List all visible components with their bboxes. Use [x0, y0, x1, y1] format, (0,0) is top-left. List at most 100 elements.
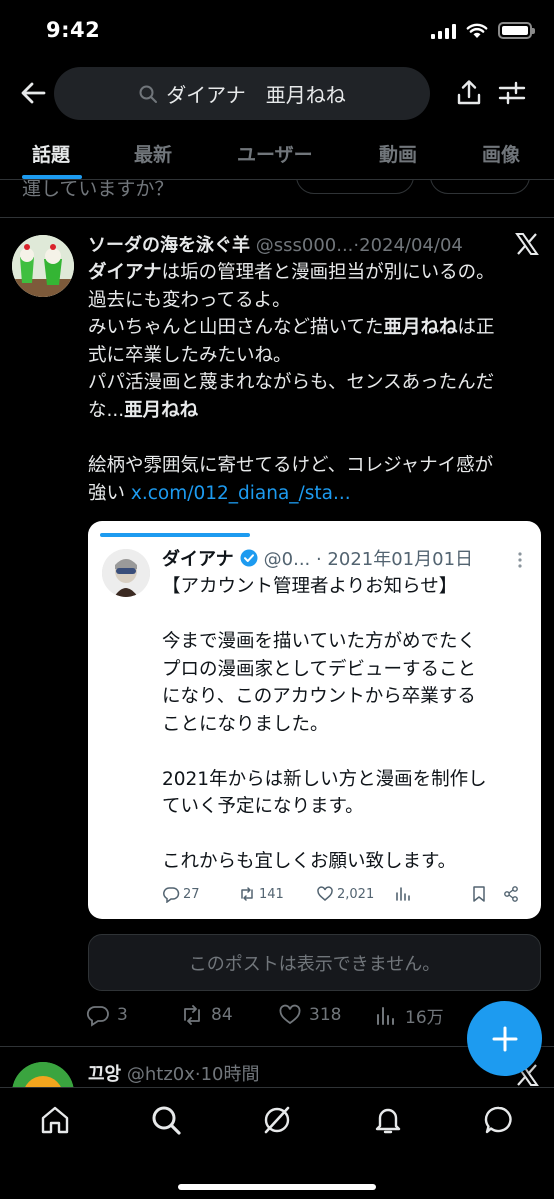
verified-badge-icon — [240, 549, 258, 567]
post-link[interactable]: x.com/012_diana_/sta... — [131, 483, 351, 504]
search-header: ダイアナ 亜月ねね — [0, 66, 554, 122]
quoted-post[interactable]: ダイアナ @0... · 2021年01月01日 【アカウント管理者よりお知らせ… — [88, 521, 541, 919]
author-name[interactable]: 끄앙 — [88, 1064, 121, 1085]
author-handle-time: @htz0x·10時間 — [126, 1064, 260, 1085]
post[interactable]: ソーダの海を泳ぐ羊 @sss000...·2024/04/04 ダイアナは垢の管… — [0, 219, 554, 1047]
previous-post-text: 運していますか？ — [22, 180, 174, 200]
quoted-body-line: プロの漫画家としてデビューすること — [162, 658, 476, 680]
messages-chat-icon[interactable] — [483, 1104, 515, 1136]
filter-settings-icon[interactable] — [497, 78, 527, 108]
quoted-repost-count: 141 — [259, 886, 284, 902]
views-chart-icon — [377, 1006, 394, 1025]
views-button[interactable]: 16万 — [374, 1003, 444, 1028]
post-body-line — [88, 425, 534, 453]
author-handle-date: @sss000...·2024/04/04 — [255, 235, 463, 256]
share-nodes-icon — [504, 886, 518, 902]
quoted-like-button[interactable]: 2,021 — [316, 885, 374, 903]
tab-top[interactable]: 話題 — [32, 140, 70, 167]
post-body-line: 強い x.com/012_diana_/sta... — [88, 482, 351, 504]
home-icon[interactable] — [39, 1104, 71, 1136]
quoted-reply-count: 27 — [183, 886, 200, 902]
quoted-handle-date: @0... · 2021年01月01日 — [263, 549, 474, 570]
post-header: ソーダの海を泳ぐ羊 @sss000...·2024/04/04 — [88, 233, 508, 259]
previous-post-option-button[interactable] — [430, 180, 530, 194]
tab-users[interactable]: ユーザー — [237, 140, 313, 167]
quoted-avatar[interactable] — [102, 549, 150, 597]
unavailable-post-notice: このポストは表示できません。 — [88, 934, 541, 991]
tab-latest[interactable]: 最新 — [134, 140, 172, 167]
like-count: 318 — [309, 1005, 342, 1025]
highlighted-keyword: ダイアナ — [88, 262, 162, 283]
active-tab-indicator — [22, 175, 82, 179]
quoted-like-count: 2,021 — [337, 886, 375, 902]
grok-icon[interactable] — [261, 1104, 293, 1136]
tab-images[interactable]: 画像 — [482, 140, 520, 167]
quoted-body-line: 【アカウント管理者よりお知らせ】 — [162, 576, 458, 597]
post-body-line: 過去にも変わってるよ。 — [88, 289, 291, 311]
wifi-icon — [466, 23, 488, 38]
compose-post-button[interactable] — [467, 1001, 542, 1076]
search-tabs: 話題 最新 ユーザー 動画 画像 — [0, 128, 554, 180]
views-count: 16万 — [405, 1008, 444, 1028]
quoted-body: 【アカウント管理者よりお知らせ】 今まで漫画を描いていた方がめでたく プロの漫画家と… — [162, 573, 532, 876]
cellular-signal-icon — [431, 23, 456, 39]
heart-icon — [279, 1004, 301, 1025]
quoted-body-line: 今まで漫画を描いていた方がめでたく — [162, 631, 476, 652]
quoted-author-name[interactable]: ダイアナ — [162, 545, 234, 571]
post-body-line: 絵柄や雰囲気に寄せてるけど、コレジャナイ感が — [88, 455, 494, 477]
back-arrow-icon[interactable] — [18, 78, 48, 108]
author-name[interactable]: ソーダの海を泳ぐ羊 — [88, 235, 250, 256]
status-bar: 9:42 — [0, 0, 554, 64]
post-body: ダイアナは垢の管理者と漫画担当が別にいるの。 過去にも変わってるよ。 みいちゃんと山… — [88, 259, 534, 507]
views-chart-icon — [396, 887, 410, 901]
quoted-header: ダイアナ @0... · 2021年01月01日 — [162, 545, 522, 571]
more-options-icon[interactable] — [517, 551, 523, 569]
search-input[interactable]: ダイアナ 亜月ねね — [54, 67, 430, 120]
bookmark-icon — [473, 886, 485, 902]
post-body-line: 式に卒業したみたいね。 — [88, 344, 292, 366]
post-action-bar: 3 84 318 16万 — [86, 1003, 486, 1033]
quoted-share-button[interactable] — [502, 885, 520, 903]
bottom-navigation — [0, 1087, 554, 1199]
quoted-views-button[interactable] — [394, 885, 412, 903]
quoted-body-line: ことになりました。 — [162, 713, 329, 735]
quoted-body-line — [162, 821, 532, 849]
quoted-reply-button[interactable]: 27 — [162, 885, 200, 903]
repost-icon — [184, 1005, 200, 1025]
reply-button[interactable]: 3 — [86, 1003, 128, 1027]
search-query: ダイアナ 亜月ねね — [166, 83, 346, 107]
post-body-line: ダイアナは垢の管理者と漫画担当が別にいるの。 — [88, 262, 495, 283]
explore-search-icon[interactable] — [150, 1104, 182, 1136]
quoted-bookmark-button[interactable] — [470, 885, 488, 903]
status-icons — [431, 22, 535, 39]
battery-icon — [498, 22, 535, 39]
highlighted-keyword: 亜月ねね — [124, 399, 199, 421]
search-icon — [139, 85, 158, 103]
quoted-repost-button[interactable]: 141 — [238, 885, 284, 903]
cream-soda-avatar-image — [12, 235, 74, 297]
quoted-body-line — [162, 738, 532, 766]
reply-icon — [86, 1006, 109, 1027]
x-logo-icon — [515, 233, 539, 255]
previous-post-option-button[interactable] — [296, 180, 414, 194]
notifications-bell-icon[interactable] — [372, 1104, 404, 1136]
avatar[interactable] — [12, 235, 74, 297]
heart-icon — [317, 886, 333, 901]
reply-count: 3 — [117, 1005, 128, 1025]
repost-button[interactable]: 84 — [180, 1003, 233, 1027]
avatar[interactable] — [12, 1062, 74, 1088]
quoted-body-line: になり、このアカウントから卒業する — [162, 686, 476, 707]
repost-icon — [241, 887, 253, 901]
diana-avatar-image — [102, 549, 150, 597]
home-indicator — [178, 1184, 376, 1190]
plus-icon — [492, 1026, 517, 1051]
quoted-body-line: 2021年からは新しい方と漫画を制作し — [162, 768, 487, 790]
tab-videos[interactable]: 動画 — [379, 140, 417, 167]
reply-icon — [163, 887, 180, 903]
quoted-body-line — [162, 601, 532, 629]
like-button[interactable]: 318 — [278, 1003, 341, 1027]
character-avatar-image — [12, 1062, 74, 1088]
post-body-line: パパ活漫画と蔑まれながらも、センスあったんだ — [88, 372, 495, 394]
repost-count: 84 — [211, 1005, 233, 1025]
share-icon[interactable] — [454, 78, 484, 108]
